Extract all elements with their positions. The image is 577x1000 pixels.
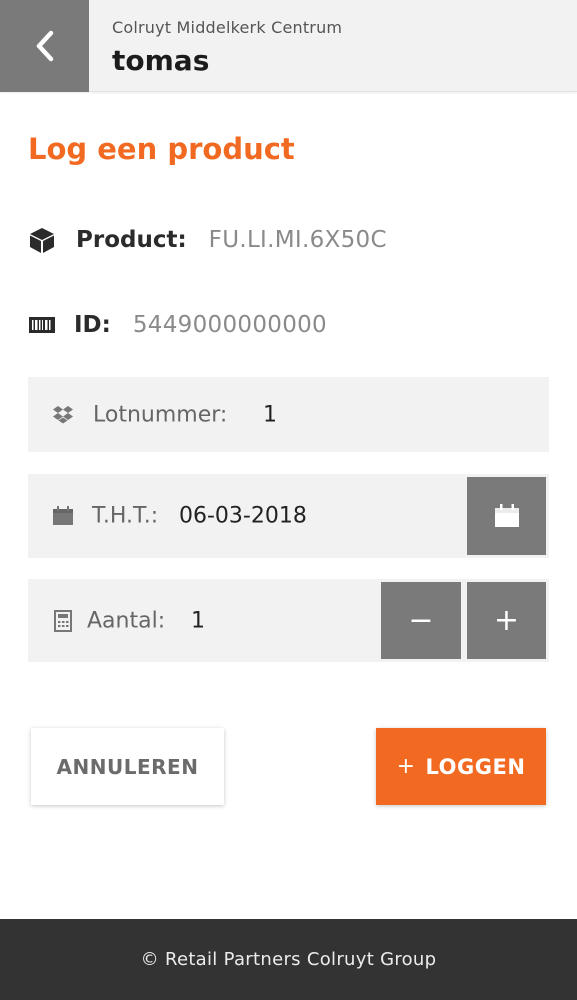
page-title: Log een product [28,132,295,166]
footer-text: © Retail Partners Colruyt Group [140,949,437,970]
app-header: Colruyt Middelkerk Centrum tomas [0,0,577,92]
cancel-button[interactable]: ANNULEREN [31,728,224,805]
store-name: Colruyt Middelkerk Centrum [112,18,343,37]
lot-label: Lotnummer: [93,402,228,427]
calendar-icon [494,504,519,527]
barcode-icon [28,311,56,339]
product-value: FU.LI.MI.6X50C [208,227,387,253]
calendar-icon [52,505,74,527]
id-value: 5449000000000 [132,312,327,338]
calendar-picker-button[interactable] [467,477,546,555]
calculator-icon [52,609,74,632]
cube-icon [28,226,56,254]
log-button[interactable]: + LOGGEN [376,728,546,805]
id-label: ID: [74,312,111,338]
decrement-button[interactable]: − [381,582,461,659]
quantity-value[interactable]: 1 [191,608,205,633]
minus-icon: − [408,603,434,638]
plus-icon: + [493,603,520,638]
dropbox-icon [52,404,74,426]
id-row: ID: 5449000000000 [28,305,327,345]
plus-icon: + [396,754,416,779]
product-row: Product: FU.LI.MI.6X50C [28,220,387,260]
quantity-label: Aantal: [87,608,166,633]
chevron-left-icon [36,30,53,62]
tht-label: T.H.T.: [92,503,159,529]
tht-value[interactable]: 06-03-2018 [179,504,307,529]
footer: © Retail Partners Colruyt Group [0,919,577,1000]
back-button[interactable] [0,0,89,92]
quantity-field[interactable]: Aantal: 1 − + [28,579,549,662]
user-name: tomas [112,44,210,77]
tht-field[interactable]: T.H.T.: 06-03-2018 [28,474,549,558]
increment-button[interactable]: + [467,582,546,659]
product-label: Product: [76,227,187,253]
lot-value[interactable]: 1 [263,402,277,427]
lot-field[interactable]: Lotnummer: 1 [28,377,549,452]
log-button-label: LOGGEN [425,754,526,779]
